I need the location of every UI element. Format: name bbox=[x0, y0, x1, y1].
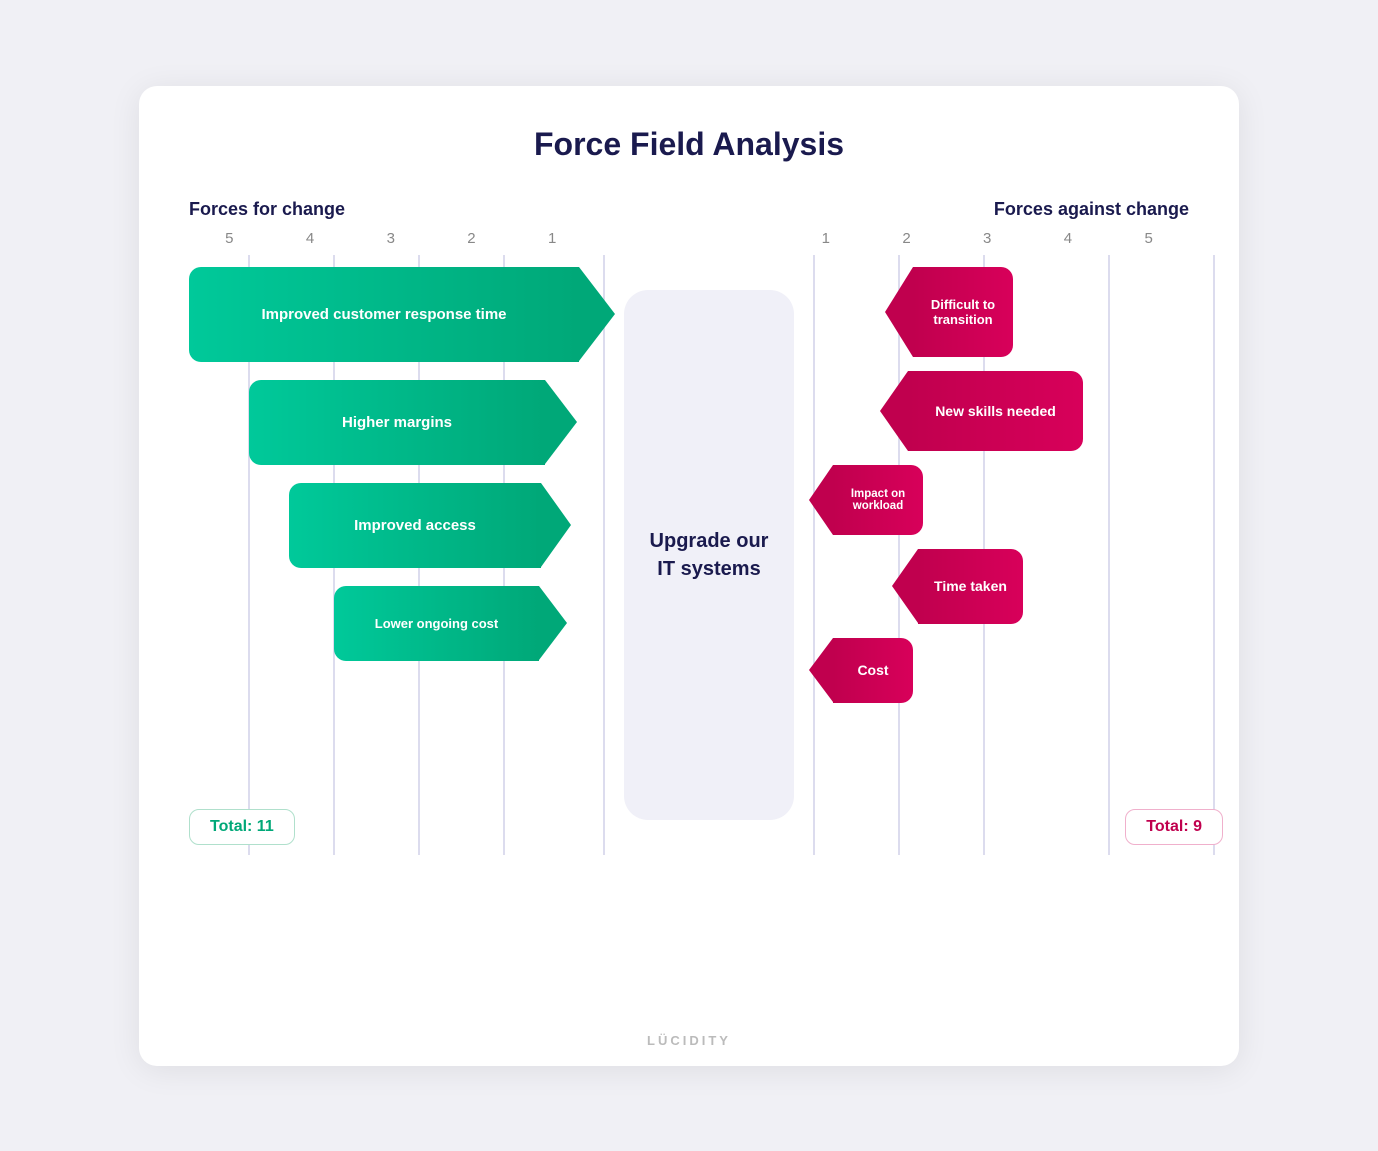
arrow-new-skills: New skills needed bbox=[809, 371, 1083, 451]
arrow-label-3: Improved access bbox=[354, 517, 476, 534]
center-panel: Upgrade our IT systems bbox=[619, 255, 799, 855]
scale-right-1: 1 bbox=[796, 230, 856, 247]
total-left-label: Total: 11 bbox=[210, 818, 274, 835]
right-panel: Difficult to transition New skills neede… bbox=[799, 255, 1223, 855]
page-title: Force Field Analysis bbox=[189, 126, 1189, 163]
arrow-label-r4: Time taken bbox=[934, 578, 1007, 594]
arrow-improved-customer: Improved customer response time bbox=[189, 267, 609, 362]
scale-right-5: 5 bbox=[1119, 230, 1179, 247]
left-panel: Improved customer response time Higher m… bbox=[189, 255, 619, 855]
section-headers: Forces for change Forces against change bbox=[189, 199, 1189, 220]
arrow-label-4: Lower ongoing cost bbox=[375, 616, 499, 631]
arrow-improved-access: Improved access bbox=[289, 483, 609, 568]
watermark-text: LÜCIDITY bbox=[647, 1033, 731, 1048]
main-card: Force Field Analysis Forces for change F… bbox=[139, 86, 1239, 1066]
total-left-box: Total: 11 bbox=[189, 809, 295, 845]
total-right-box: Total: 9 bbox=[1125, 809, 1223, 845]
center-box: Upgrade our IT systems bbox=[624, 290, 794, 820]
arrow-label-r2: New skills needed bbox=[935, 403, 1056, 419]
scale-left-1: 1 bbox=[522, 230, 582, 247]
total-right-label: Total: 9 bbox=[1146, 818, 1202, 835]
arrow-impact-workload: Impact on workload bbox=[809, 465, 923, 535]
arrow-label-2: Higher margins bbox=[342, 414, 452, 431]
arrow-lower-cost: Lower ongoing cost bbox=[334, 586, 609, 661]
center-label: Upgrade our IT systems bbox=[639, 527, 779, 583]
arrow-cost: Cost bbox=[809, 638, 913, 703]
scale-right-4: 4 bbox=[1038, 230, 1098, 247]
scale-left-3: 3 bbox=[361, 230, 421, 247]
scale-left-2: 2 bbox=[441, 230, 501, 247]
left-section-header: Forces for change bbox=[189, 199, 345, 220]
arrow-label-r1: Difficult to transition bbox=[923, 297, 1003, 327]
arrow-time-taken: Time taken bbox=[809, 549, 1023, 624]
scale-right-3: 3 bbox=[957, 230, 1017, 247]
arrow-label-r3: Impact on workload bbox=[841, 488, 915, 512]
scale-left-5: 5 bbox=[199, 230, 259, 247]
arrow-label-r5: Cost bbox=[857, 662, 888, 678]
arrow-difficult: Difficult to transition bbox=[809, 267, 1013, 357]
scale-left-4: 4 bbox=[280, 230, 340, 247]
right-section-header: Forces against change bbox=[994, 199, 1189, 220]
scale-right-2: 2 bbox=[877, 230, 937, 247]
arrow-higher-margins: Higher margins bbox=[249, 380, 609, 465]
arrow-label-1: Improved customer response time bbox=[261, 306, 506, 323]
